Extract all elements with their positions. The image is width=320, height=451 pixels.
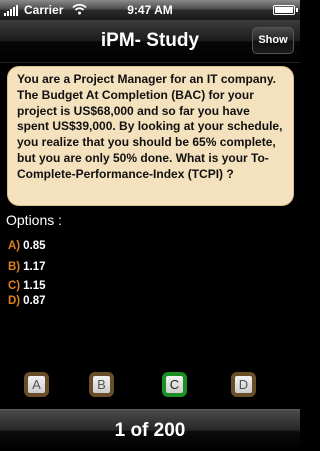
status-bar: Carrier 9:47 AM	[0, 0, 300, 20]
option-letter: C)	[8, 280, 21, 292]
answer-button-d[interactable]: D	[231, 372, 256, 397]
option-value: 0.85	[23, 240, 46, 252]
answer-button-b[interactable]: B	[89, 372, 114, 397]
answer-button-c[interactable]: C	[162, 372, 187, 397]
option-letter: B)	[8, 261, 21, 273]
navigation-bar: iPM- Study Show	[0, 20, 300, 63]
answer-button-a[interactable]: A	[24, 372, 49, 397]
option-d: D) 0.87	[8, 295, 46, 307]
battery-icon	[273, 5, 298, 15]
options-label: Options :	[6, 212, 63, 228]
option-c: C) 1.15	[8, 280, 46, 292]
option-b: B) 1.17	[8, 261, 46, 273]
option-a: A) 0.85	[8, 240, 46, 252]
question-text: You are a Project Manager for an IT comp…	[17, 72, 283, 181]
option-letter: A)	[8, 240, 21, 252]
page-counter: 1 of 200	[114, 420, 186, 441]
bottom-toolbar: 1 of 200	[0, 409, 300, 451]
option-letter: D)	[8, 295, 21, 307]
question-card: You are a Project Manager for an IT comp…	[7, 66, 294, 206]
option-value: 1.17	[23, 261, 46, 273]
show-button[interactable]: Show	[252, 27, 294, 54]
option-value: 1.15	[23, 280, 46, 292]
option-value: 0.87	[23, 295, 46, 307]
clock: 9:47 AM	[127, 3, 173, 17]
